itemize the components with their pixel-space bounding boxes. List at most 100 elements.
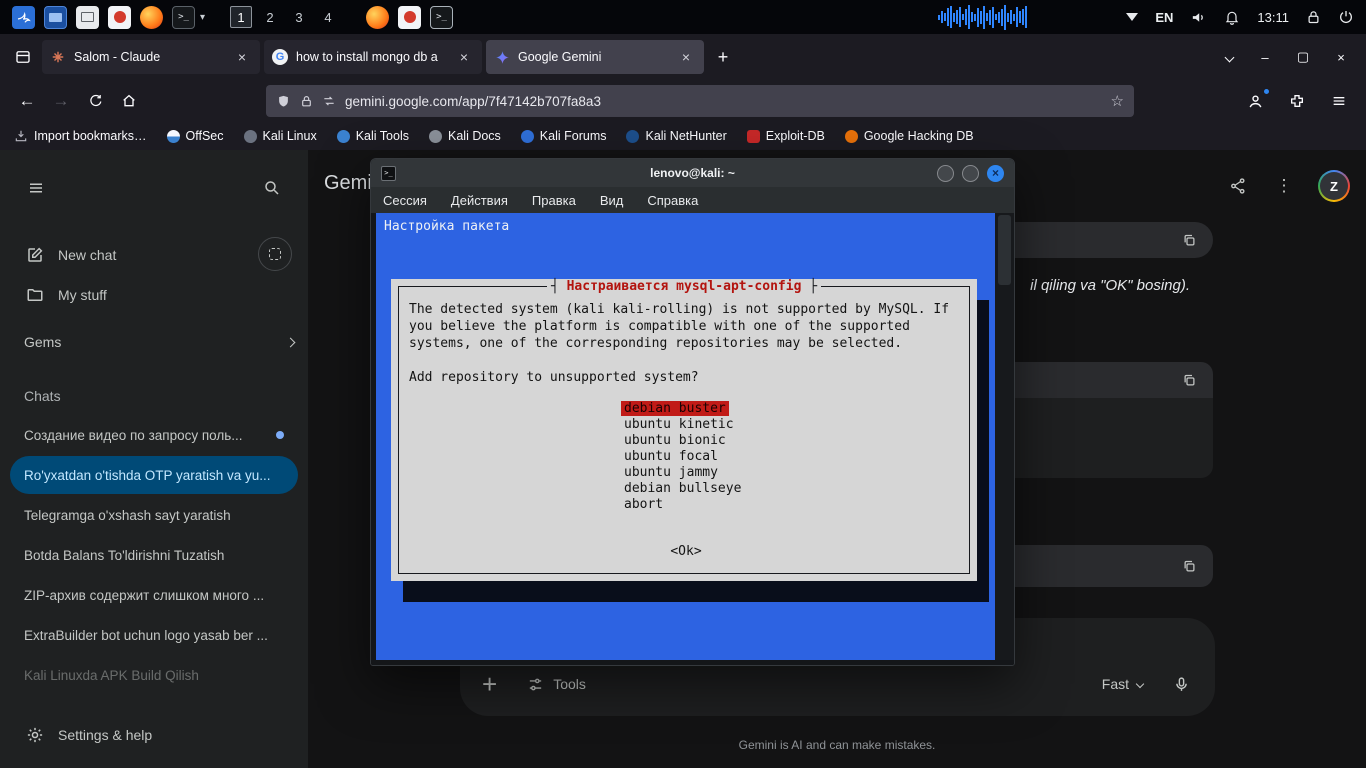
firefox-launcher-icon[interactable] [140,6,163,29]
settings-help-button[interactable]: Settings & help [16,726,162,744]
terminal-titlebar[interactable]: >_ lenovo@kali: ~ × [371,159,1014,187]
search-icon[interactable] [260,176,284,200]
volume-icon[interactable] [1190,9,1207,26]
notifications-icon[interactable] [1224,9,1240,25]
copy-icon[interactable] [1177,554,1201,578]
tab-claude[interactable]: Salom - Claude × [42,40,260,74]
chat-item[interactable]: Kali Linuxda APK Build Qilish [10,656,298,694]
tab-mongo-search[interactable]: G how to install mongo db a × [264,40,482,74]
bookmark-exploit-db[interactable]: Exploit-DB [747,129,825,143]
copy-icon[interactable] [1177,368,1201,392]
red-app-icon[interactable] [108,6,131,29]
share-icon[interactable] [1226,174,1250,198]
chat-item[interactable]: Создание видео по запросу поль... [10,416,298,454]
option-debian-buster[interactable]: debian buster [621,401,963,417]
option-ubuntu-kinetic[interactable]: ubuntu kinetic [621,417,963,433]
bookmark-kali-nethunter[interactable]: Kali NetHunter [626,129,726,143]
option-debian-bullseye[interactable]: debian bullseye [621,481,963,497]
firefox-view-icon[interactable] [8,42,38,72]
app-menu-icon[interactable] [1322,85,1356,117]
copy-icon[interactable] [1177,228,1201,252]
language-indicator[interactable]: EN [1155,10,1173,25]
bookmark-kali-tools[interactable]: Kali Tools [337,129,409,143]
lock-icon[interactable] [1306,10,1321,25]
terminal-minimize-button[interactable] [937,165,954,182]
tab-gemini[interactable]: Google Gemini × [486,40,704,74]
new-tab-button[interactable]: + [708,42,738,72]
menu-actions[interactable]: Действия [451,193,508,208]
tools-button[interactable]: Tools [527,676,586,693]
temporary-chat-button[interactable] [258,237,292,271]
workspace-3[interactable]: 3 [288,6,310,28]
terminal-maximize-button[interactable] [962,165,979,182]
new-chat-button[interactable]: New chat [16,237,244,273]
workspace-1[interactable]: 1 [230,6,252,28]
chat-item[interactable]: ExtraBuilder bot uchun logo yasab ber ..… [10,616,298,654]
window-app-icon[interactable] [44,6,67,29]
network-icon[interactable] [1126,13,1138,21]
list-tabs-icon[interactable] [1214,42,1244,72]
workspace-2[interactable]: 2 [259,6,281,28]
kali-menu-icon[interactable] [12,6,35,29]
bookmark-import[interactable]: Import bookmarks… [14,129,147,143]
bookmark-kali-forums[interactable]: Kali Forums [521,129,607,143]
dialog-text-line: you believe the platform is compatible w… [409,318,963,335]
file-manager-icon[interactable] [76,6,99,29]
menu-icon[interactable] [24,176,48,200]
url-bar[interactable]: gemini.google.com/app/7f47142b707fa8a3 ☆ [266,85,1134,117]
forward-button[interactable]: → [44,85,78,117]
https-lock-icon[interactable] [300,95,313,108]
bookmark-google-hacking-db[interactable]: Google Hacking DB [845,129,974,143]
chat-item-selected[interactable]: Ro'yxatdan o'tishda OTP yaratish va yu..… [10,456,298,494]
gems-section[interactable]: Gems [24,334,294,350]
my-stuff-button[interactable]: My stuff [16,277,244,313]
more-options-icon[interactable]: ⋮ [1272,174,1296,198]
terminal-launcher-caret[interactable]: ▾ [200,12,205,23]
bookmark-kali-docs[interactable]: Kali Docs [429,129,501,143]
model-selector[interactable]: Fast [1102,676,1143,692]
chat-item[interactable]: Telegramga o'xshash sayt yaratish [10,496,298,534]
tab-close-icon[interactable]: × [454,47,474,67]
tracking-shield-icon[interactable] [276,94,291,109]
terminal-screen[interactable]: Настройка пакета ┤ Настраивается mysql-a… [376,213,995,660]
chat-item[interactable]: Botda Balans To'ldirishni Tuzatish [10,536,298,574]
permissions-icon[interactable] [322,94,336,108]
reload-button[interactable] [78,85,112,117]
extensions-icon[interactable] [1280,85,1314,117]
account-icon[interactable] [1238,85,1272,117]
terminal-launcher-icon[interactable]: >_ [172,6,195,29]
option-abort[interactable]: abort [621,497,963,513]
scrollbar-thumb[interactable] [998,215,1011,285]
bookmark-kali-linux[interactable]: Kali Linux [244,129,317,143]
bookmark-offsec[interactable]: OffSec [167,129,224,143]
tab-close-icon[interactable]: × [676,47,696,67]
terminal-close-button[interactable]: × [987,165,1004,182]
dialog-ok-button[interactable]: <Ok> [409,543,963,560]
menu-view[interactable]: Вид [600,193,624,208]
window-close-button[interactable]: × [1324,42,1358,72]
menu-help[interactable]: Справка [647,193,698,208]
clock[interactable]: 13:11 [1257,10,1289,25]
add-attachment-icon[interactable]: + [482,669,497,700]
chat-item[interactable]: ZIP-архив содержит слишком много ... [10,576,298,614]
bookmark-star-icon[interactable]: ☆ [1111,92,1124,110]
window-minimize-button[interactable]: – [1248,42,1282,72]
option-ubuntu-jammy[interactable]: ubuntu jammy [621,465,963,481]
tab-close-icon[interactable]: × [232,47,252,67]
window-maximize-button[interactable]: ▢ [1286,42,1320,72]
back-button[interactable]: ← [10,85,44,117]
terminal-scrollbar[interactable] [995,213,1014,660]
red-running-icon[interactable] [398,6,421,29]
firefox-running-icon[interactable] [366,6,389,29]
terminal-running-icon[interactable]: >_ [430,6,453,29]
mic-icon[interactable] [1169,672,1193,696]
avatar[interactable]: Z [1318,170,1350,202]
power-icon[interactable] [1338,9,1354,25]
menu-session[interactable]: Сессия [383,193,427,208]
home-button[interactable] [112,85,146,117]
url-text[interactable]: gemini.google.com/app/7f47142b707fa8a3 [345,94,1102,109]
workspace-4[interactable]: 4 [317,6,339,28]
option-ubuntu-focal[interactable]: ubuntu focal [621,449,963,465]
menu-edit[interactable]: Правка [532,193,576,208]
option-ubuntu-bionic[interactable]: ubuntu bionic [621,433,963,449]
